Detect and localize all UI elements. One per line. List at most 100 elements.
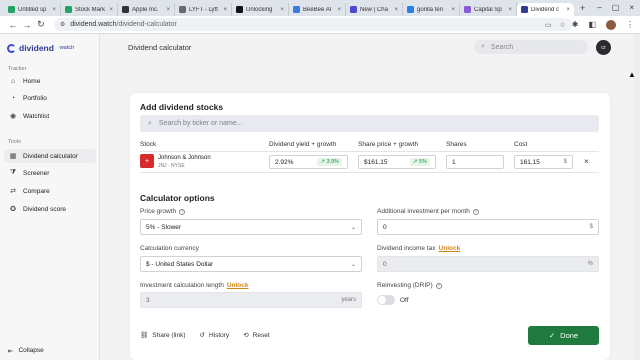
reset-icon: ⟲ <box>243 332 249 339</box>
sidebar-item-screener[interactable]: ⧩ Screener <box>4 166 96 180</box>
bookmark-star-icon[interactable]: ☆ <box>559 21 565 29</box>
compare-icon: ⇄ <box>10 188 16 195</box>
close-icon[interactable]: × <box>223 7 227 13</box>
sidebar-item-watchlist[interactable]: ◉ Watchlist <box>4 109 96 123</box>
menu-icon[interactable]: ⋮ <box>626 20 634 29</box>
browser-tab[interactable]: Apple Inc. × <box>118 3 175 16</box>
close-icon[interactable]: × <box>451 7 455 13</box>
yield-growth-badge[interactable]: ↗ 3.9% <box>317 158 342 166</box>
sidebar-item-portfolio[interactable]: ◔ Portfolio <box>4 91 96 105</box>
filter-icon: ⧩ <box>9 169 17 176</box>
close-icon[interactable]: × <box>566 7 570 13</box>
section-label-tools: Tools <box>8 139 21 145</box>
column-header-yield: Dividend yield + growth <box>269 141 337 148</box>
portfolio-icon: ◔ <box>10 94 16 102</box>
mouse-cursor-icon: ▲ <box>628 70 636 79</box>
browser-tab[interactable]: Capital Sp × <box>460 3 517 16</box>
favicon-icon <box>236 6 243 13</box>
close-icon[interactable]: × <box>508 7 512 13</box>
history-button[interactable]: ↺ History <box>200 331 230 340</box>
price-growth-badge[interactable]: ↗ 5% <box>409 158 430 166</box>
divider <box>140 172 599 173</box>
info-icon[interactable]: ? <box>435 282 442 289</box>
maximize-icon[interactable]: ▢ <box>612 3 620 12</box>
favicon-icon <box>293 6 300 13</box>
logo[interactable]: dividend ·watch <box>7 43 74 53</box>
dividend-yield-input[interactable]: 2.92% ↗ 3.9% <box>269 155 348 169</box>
calculator-options-heading: Calculator options <box>140 193 215 203</box>
site-info-icon[interactable]: ⚙ <box>60 21 65 28</box>
chevron-down-icon: ⌄ <box>350 261 356 268</box>
sidebar-item-home[interactable]: ⌂ Home <box>4 74 96 88</box>
minimize-icon[interactable]: – <box>597 3 601 12</box>
drip-label: Reinvesting (DRIP)? <box>377 282 442 289</box>
close-icon[interactable]: × <box>394 7 398 13</box>
section-label-tracker: Tracker <box>8 66 27 72</box>
unlock-link[interactable]: Unlock <box>439 245 461 252</box>
stock-ticker: JNJ · NYSE <box>158 163 185 169</box>
drip-toggle[interactable] <box>377 295 395 305</box>
sidebar-item-dividend-score[interactable]: ✪ Dividend score <box>4 202 96 216</box>
dividend-tax-input[interactable]: 0% <box>377 256 599 272</box>
close-icon[interactable]: × <box>337 7 341 13</box>
extensions-icon[interactable]: ✱ <box>572 20 579 29</box>
browser-tab[interactable]: LYFT - Lyft × <box>175 3 232 16</box>
cost-input[interactable]: 161,15 $ <box>514 155 573 169</box>
additional-investment-input[interactable]: 0 $ <box>377 219 599 235</box>
sidepanel-icon[interactable]: ◧ <box>588 20 596 29</box>
info-icon[interactable]: ? <box>179 208 186 215</box>
close-window-icon[interactable]: × <box>629 3 634 12</box>
new-tab-icon[interactable]: + <box>580 3 585 13</box>
column-header-cost: Cost <box>514 141 528 148</box>
close-icon[interactable]: × <box>280 7 284 13</box>
check-icon: ✓ <box>548 331 556 340</box>
reload-icon[interactable]: ↻ <box>34 19 48 30</box>
back-icon[interactable]: ← <box>6 20 20 30</box>
price-growth-label: Price growth? <box>140 208 186 215</box>
search-input[interactable]: ⌕ Search <box>474 40 588 54</box>
favicon-icon <box>350 6 357 13</box>
search-icon: ⌕ <box>481 43 485 50</box>
scrollbar[interactable] <box>634 34 640 360</box>
calculation-length-input[interactable]: 3 years <box>140 292 362 308</box>
favicon-icon <box>464 6 471 13</box>
profile-avatar[interactable] <box>606 19 616 30</box>
address-bar: ← → ↻ ⚙ dividend.watch/dividend-calculat… <box>0 16 640 34</box>
reset-button[interactable]: ⟲ Reset <box>243 331 269 340</box>
browser-tab[interactable]: Untitled sp × <box>4 3 61 16</box>
close-icon[interactable]: × <box>52 7 56 13</box>
stock-name: Johnson & Johnson <box>158 155 211 161</box>
shares-input[interactable]: 1 <box>446 155 504 169</box>
done-button[interactable]: ✓ Done <box>528 326 599 345</box>
browser-tab[interactable]: Unlocking × <box>232 3 289 16</box>
browser-tab[interactable]: gorilla ten × <box>403 3 460 16</box>
close-icon[interactable]: × <box>109 7 113 13</box>
home-icon: ⌂ <box>10 77 16 85</box>
calculator-icon: ▦ <box>9 153 17 160</box>
share-price-input[interactable]: $161.15 ↗ 5% <box>358 155 436 169</box>
cast-icon[interactable]: ▭ <box>545 21 552 29</box>
divider <box>140 151 599 152</box>
stock-search-input[interactable]: ⌕ Search by ticker or name... <box>140 115 599 132</box>
price-growth-select[interactable]: 5% - Slower ⌄ <box>140 219 362 235</box>
currency-select[interactable]: $ - United States Dollar ⌄ <box>140 256 362 272</box>
unlock-link[interactable]: Unlock <box>227 282 249 289</box>
remove-stock-icon[interactable]: × <box>584 157 589 166</box>
sidebar-item-dividend-calculator[interactable]: ▦ Dividend calculator <box>4 149 96 163</box>
collapse-button[interactable]: ⇤ Collapse <box>8 347 44 355</box>
collapse-icon: ⇤ <box>8 348 14 355</box>
url-field[interactable]: ⚙ dividend.watch/dividend-calculator ▭ ☆ <box>53 18 572 31</box>
calculator-card: Add dividend stocks ⌕ Search by ticker or… <box>130 93 610 360</box>
favicon-icon <box>65 6 72 13</box>
browser-tab[interactable]: Stock Mark × <box>61 3 118 16</box>
browser-tab[interactable]: New | Cha × <box>346 3 403 16</box>
close-icon[interactable]: × <box>166 7 170 13</box>
forward-icon[interactable]: → <box>20 20 34 30</box>
info-icon[interactable]: ? <box>472 208 479 215</box>
sidebar-item-compare[interactable]: ⇄ Compare <box>4 184 96 198</box>
additional-investment-label: Additional investment per month? <box>377 208 479 215</box>
browser-tab[interactable]: BeeBee AI × <box>289 3 346 16</box>
share-link-button[interactable]: ⛓ Share (link) <box>140 331 186 340</box>
browser-tab-active[interactable]: Dividend c × <box>517 3 574 16</box>
avatar[interactable]: cr <box>596 40 611 55</box>
